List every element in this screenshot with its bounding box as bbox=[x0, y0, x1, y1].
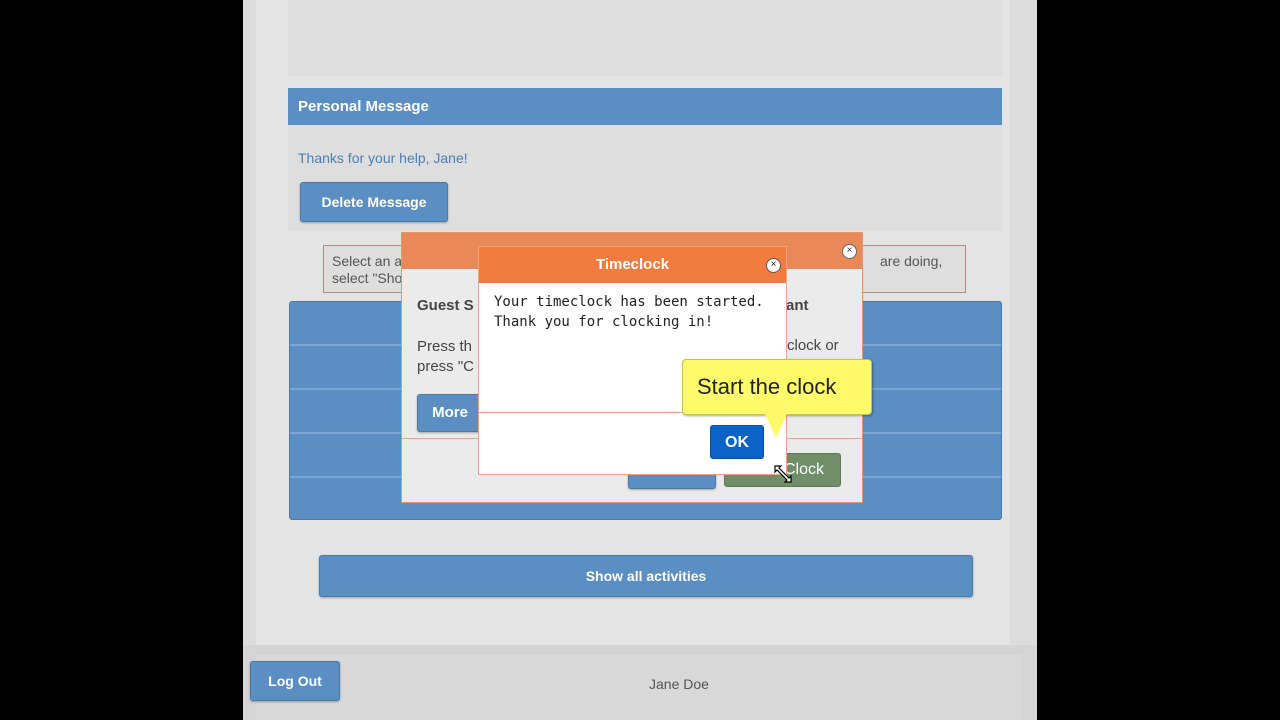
instructions-line-1-right: are doing, bbox=[880, 253, 943, 269]
timeclock-modal-title: Timeclock bbox=[479, 247, 786, 283]
activity-dialog-title: Guest S bbox=[417, 297, 474, 314]
log-out-button[interactable]: Log Out bbox=[250, 661, 340, 701]
footer: Log Out Jane Doe bbox=[243, 645, 1037, 720]
activity-dialog-title-right: ant bbox=[786, 297, 809, 314]
footer-band bbox=[256, 655, 1023, 720]
tooltip-text: Start the clock bbox=[697, 374, 837, 399]
activity-dialog-text-line-1: Press th bbox=[417, 338, 473, 355]
personal-message-header: Personal Message bbox=[288, 88, 1002, 125]
user-name: Jane Doe bbox=[649, 676, 709, 692]
activity-dialog-close-icon[interactable]: × bbox=[842, 244, 857, 259]
top-section bbox=[288, 0, 1002, 76]
personal-message-text: Thanks for your help, Jane! bbox=[298, 150, 468, 166]
ok-button[interactable]: OK bbox=[710, 425, 764, 459]
resize-cursor-icon bbox=[774, 465, 792, 483]
activity-dialog-text-line-2: press "C bbox=[417, 358, 475, 375]
show-all-activities-button[interactable]: Show all activities bbox=[319, 555, 973, 597]
more-button[interactable]: More bbox=[417, 394, 483, 432]
timeclock-message: Your timeclock has been started. Thank y… bbox=[494, 292, 764, 332]
activity-dialog-text-right: clock or bbox=[787, 337, 839, 354]
delete-message-button[interactable]: Delete Message bbox=[300, 182, 448, 222]
timeclock-message-line-1: Your timeclock has been started. bbox=[494, 294, 764, 310]
activity-dialog-text: Press th press "C bbox=[417, 337, 474, 377]
close-icon[interactable]: × bbox=[766, 258, 781, 273]
personal-message-section: Personal Message Thanks for your help, J… bbox=[288, 88, 1002, 231]
timeclock-message-line-2: Thank you for clocking in! bbox=[494, 314, 714, 330]
tooltip-tail bbox=[765, 414, 787, 438]
tooltip-callout: Start the clock bbox=[682, 359, 872, 415]
